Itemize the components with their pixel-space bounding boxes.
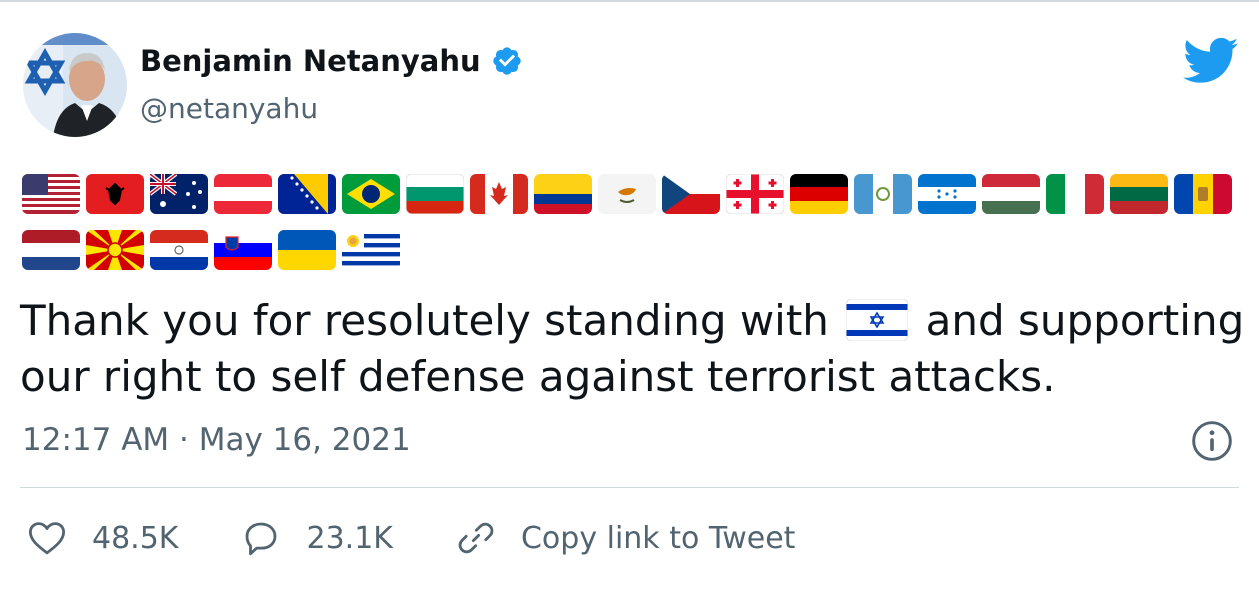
flag-czechia <box>662 174 720 214</box>
flag-uruguay <box>342 230 400 270</box>
author-name[interactable]: Benjamin Netanyahu <box>140 44 481 78</box>
flag-emoji-list <box>22 174 1252 286</box>
tweet-text-part-1: Thank you for resolutely standing with <box>20 296 829 345</box>
flag-hungary <box>982 174 1040 214</box>
flag-honduras <box>918 174 976 214</box>
like-count: 48.5K <box>92 520 179 556</box>
heart-icon <box>28 522 66 555</box>
flag-bulgaria <box>406 174 464 214</box>
flag-netherlands <box>22 230 80 270</box>
flag-brazil <box>342 174 400 214</box>
top-border <box>0 0 1259 2</box>
reply-count: 23.1K <box>306 520 393 556</box>
flag-ukraine <box>278 230 336 270</box>
flag-germany <box>790 174 848 214</box>
flag-guatemala <box>854 174 912 214</box>
flag-canada <box>470 174 528 214</box>
reply-icon <box>246 522 277 556</box>
flag-cyprus <box>598 174 656 214</box>
flag-paraguay <box>150 230 208 270</box>
twitter-bird-icon[interactable] <box>1183 36 1239 86</box>
tweet-actions: 48.5K 23.1K Copy link to Tweet <box>26 513 857 563</box>
flag-italy <box>1046 174 1104 214</box>
avatar-image <box>23 33 127 137</box>
tweet-timestamp[interactable]: 12:17 AM · May 16, 2021 <box>22 422 411 458</box>
flag-row-2 <box>22 230 1252 270</box>
flag-row-1 <box>22 174 1252 214</box>
flag-austria <box>214 174 272 214</box>
flag-albania <box>86 174 144 214</box>
verified-badge-icon <box>492 47 521 75</box>
flag-slovenia <box>214 230 272 270</box>
copy-link-label: Copy link to Tweet <box>520 520 796 556</box>
divider <box>20 487 1239 488</box>
flag-us <box>22 174 80 214</box>
flag-australia <box>150 174 208 214</box>
flag-georgia <box>726 174 784 214</box>
info-icon[interactable] <box>1190 419 1234 463</box>
author-handle[interactable]: @netanyahu <box>140 92 318 125</box>
flag-israel <box>846 299 909 341</box>
flag-north-macedonia <box>86 230 144 270</box>
link-icon <box>458 522 494 554</box>
flag-colombia <box>534 174 592 214</box>
flag-moldova <box>1174 174 1232 214</box>
reply-button[interactable]: 23.1K <box>240 517 393 559</box>
like-button[interactable]: 48.5K <box>26 517 178 559</box>
flag-bosnia <box>278 174 336 214</box>
avatar[interactable] <box>23 33 127 137</box>
tweet-text: Thank you for resolutely standing with a… <box>20 293 1245 405</box>
copy-link-button[interactable]: Copy link to Tweet <box>455 517 795 559</box>
flag-lithuania <box>1110 174 1168 214</box>
